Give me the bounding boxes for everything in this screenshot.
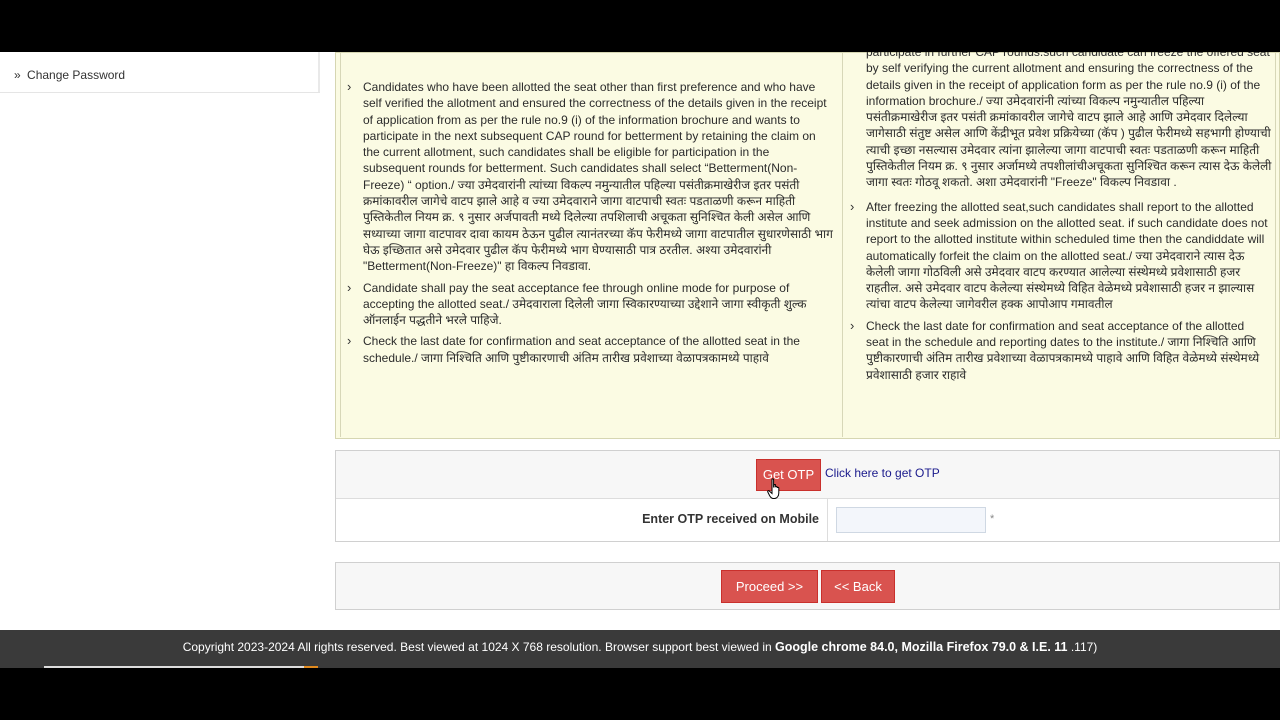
required-marker: * — [990, 513, 995, 525]
list-item: › Check the last date for confirmation a… — [844, 318, 1269, 383]
instruction-text: After freezing the allotted seat,such ca… — [866, 199, 1268, 312]
list-item: › Check the last date for confirmation a… — [341, 333, 834, 366]
proceed-button[interactable]: Proceed >> — [721, 570, 818, 603]
footer-suffix: .117) — [1067, 640, 1098, 654]
footer: Copyright 2023-2024 All rights reserved.… — [0, 630, 1280, 668]
list-item: › Candidate shall pay the seat acceptanc… — [341, 280, 834, 329]
bullet-icon: › — [347, 279, 352, 295]
instruction-text: Check the last date for confirmation and… — [363, 334, 800, 365]
otp-section: Get OTP Click here to get OTP Enter OTP … — [335, 450, 1280, 542]
hand-cursor-icon — [767, 478, 780, 499]
get-otp-button[interactable]: Get OTP — [756, 459, 821, 491]
page-content: » Change Password › Candidates who have … — [0, 52, 1280, 630]
instruction-text-partial: participate in further CAP rounds.such c… — [866, 52, 1272, 190]
instructions-left-column: › Candidates who have been allotted the … — [340, 53, 843, 437]
bullet-icon: › — [850, 317, 855, 333]
bullet-icon: › — [347, 333, 352, 349]
footer-browsers: Google chrome 84.0, Mozilla Firefox 79.0… — [775, 640, 1068, 654]
otp-request-row: Get OTP Click here to get OTP — [336, 451, 1279, 499]
list-item: › Candidates who have been allotted the … — [341, 79, 834, 275]
back-button[interactable]: << Back — [821, 570, 895, 603]
action-bar: Proceed >> << Back — [335, 562, 1280, 610]
sidebar-item-change-password[interactable]: » Change Password — [0, 61, 320, 93]
sidebar: » Change Password — [0, 52, 320, 630]
sidebar-item-label: Change Password — [27, 68, 126, 82]
instruction-text: Check the last date for confirmation and… — [866, 318, 1260, 382]
instruction-text: Candidates who have been allotted the se… — [363, 80, 833, 274]
top-black-bar — [0, 0, 1280, 52]
bullet-icon: › — [347, 79, 352, 94]
instructions-right-column: participate in further CAP rounds.such c… — [844, 52, 1276, 437]
footer-copyright: Copyright 2023-2024 All rights reserved.… — [182, 640, 776, 654]
instruction-text: Candidate shall pay the seat acceptance … — [363, 280, 807, 328]
chevron-right-icon: » — [14, 68, 21, 82]
get-otp-hint: Click here to get OTP — [825, 466, 940, 480]
bullet-icon: › — [850, 198, 855, 214]
list-item: › After freezing the allotted seat,such … — [844, 199, 1269, 313]
otp-input[interactable] — [836, 507, 986, 533]
otp-field-label: Enter OTP received on Mobile — [336, 499, 828, 541]
instructions-panel: › Candidates who have been allotted the … — [335, 52, 1280, 439]
bottom-black-bar — [0, 668, 1280, 720]
